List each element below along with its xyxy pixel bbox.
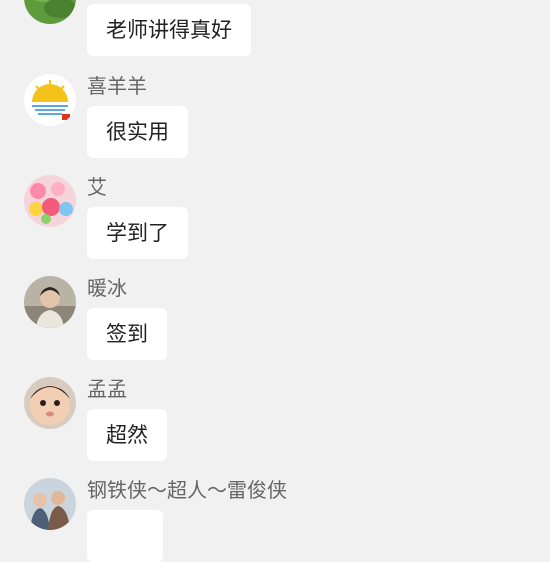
colorful-toys-avatar-image [24, 175, 76, 227]
sunrise-logo-avatar[interactable] [24, 74, 76, 126]
message-bubble[interactable]: 超然 [87, 409, 167, 461]
sender-name: 喜羊羊 [87, 74, 147, 98]
sender-name: 艾 [87, 175, 107, 199]
sender-name: 暖冰 [87, 276, 127, 300]
message-bubble[interactable]: 老师讲得真好 [87, 4, 251, 56]
message-bubble[interactable]: 签到 [87, 308, 167, 360]
message-bubble[interactable]: 很实用 [87, 106, 188, 158]
sunrise-logo-avatar-image [24, 74, 76, 126]
colorful-toys-avatar[interactable] [24, 175, 76, 227]
person-photo-avatar-image [24, 276, 76, 328]
green-leaf-avatar-image [24, 0, 76, 24]
baby-photo-avatar[interactable] [24, 377, 76, 429]
person-photo-avatar[interactable] [24, 276, 76, 328]
sender-name: 孟孟 [87, 377, 127, 401]
sender-name: 钢铁侠～超人～雷俊侠 [87, 478, 287, 502]
group-photo-avatar-image [24, 478, 76, 530]
green-leaf-avatar[interactable] [24, 0, 76, 24]
chat-message-list[interactable]: 老师讲得真好 喜羊羊 很实用 艾 学到了 暖冰 签到 孟孟 超然 钢铁侠～超人～… [0, 0, 550, 562]
group-photo-avatar[interactable] [24, 478, 76, 530]
message-bubble[interactable] [87, 510, 163, 562]
message-bubble[interactable]: 学到了 [87, 207, 188, 259]
baby-photo-avatar-image [24, 377, 76, 429]
